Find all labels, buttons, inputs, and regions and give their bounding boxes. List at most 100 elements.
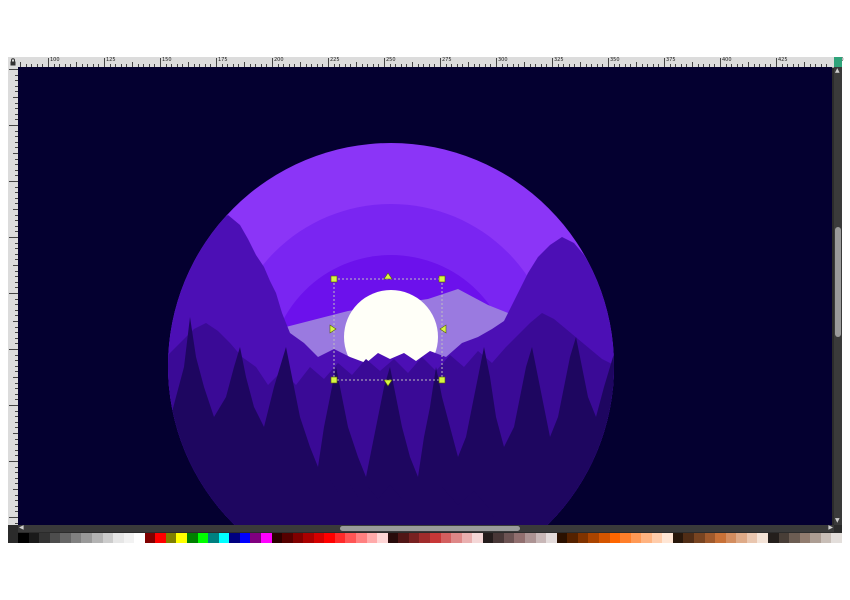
palette-swatch[interactable] [598,533,610,543]
palette-swatch[interactable] [239,533,251,543]
drawing-canvas[interactable] [18,67,832,525]
palette-swatch[interactable] [387,533,399,543]
palette-swatch[interactable] [28,533,40,543]
palette-swatch[interactable] [609,533,621,543]
ruler-label: 275 [442,57,452,63]
palette-swatch[interactable] [292,533,304,543]
ruler-tick [496,58,497,67]
scroll-left-arrow-icon[interactable]: ◀ [19,525,24,531]
palette-swatch[interactable] [187,533,198,543]
palette-swatch[interactable] [630,533,642,543]
palette-swatch[interactable] [577,533,589,543]
palette-swatch[interactable] [197,533,209,543]
palette-swatch[interactable] [514,533,525,543]
zoom-correction-icon[interactable] [834,57,842,67]
palette-swatch[interactable] [535,533,547,543]
palette-swatch[interactable] [810,533,821,543]
ruler-label: 250 [386,57,396,63]
palette-swatch[interactable] [503,533,515,543]
lock-icon[interactable] [8,57,18,67]
palette-swatch[interactable] [820,533,832,543]
palette-swatch[interactable] [556,533,568,543]
ruler-tick [552,58,553,67]
palette-swatch[interactable] [767,533,779,543]
palette-swatch[interactable] [662,533,673,543]
palette-swatch[interactable] [641,533,652,543]
palette-swatch[interactable] [303,533,314,543]
palette-swatch[interactable] [461,533,473,543]
palette-swatch[interactable] [377,533,388,543]
palette-swatch[interactable] [208,533,219,543]
palette-swatch[interactable] [70,533,82,543]
palette-swatch[interactable] [725,533,737,543]
palette-swatch[interactable] [60,533,71,543]
palette-swatch[interactable] [651,533,663,543]
ruler-tick [216,58,217,67]
ruler-label: 350 [610,57,620,63]
palette-swatch[interactable] [271,533,283,543]
palette-swatch[interactable] [356,533,367,543]
palette-swatch[interactable] [778,533,790,543]
palette-swatch[interactable] [113,533,124,543]
ruler-tick [720,58,721,67]
palette-swatch[interactable] [757,533,768,543]
palette-swatch[interactable] [229,533,240,543]
palette-swatch[interactable] [746,533,758,543]
palette-swatch[interactable] [451,533,462,543]
palette-swatch[interactable] [620,533,631,543]
ruler-label: 225 [330,57,340,63]
palette-swatch[interactable] [165,533,177,543]
palette-swatch[interactable] [736,533,747,543]
palette-swatch[interactable] [408,533,420,543]
horizontal-scrollbar[interactable]: ◀ ▶ [18,525,834,532]
palette-swatch[interactable] [789,533,800,543]
palette-swatch[interactable] [419,533,430,543]
palette-swatch[interactable] [440,533,452,543]
palette-swatch[interactable] [81,533,92,543]
palette-swatch[interactable] [672,533,684,543]
palette-swatch[interactable] [282,533,293,543]
scroll-up-arrow-icon[interactable]: ▲ [835,68,840,74]
palette-swatch[interactable] [831,533,842,543]
palette-swatch[interactable] [694,533,705,543]
palette-swatch[interactable] [472,533,483,543]
palette-swatch[interactable] [123,533,135,543]
palette-swatch[interactable] [429,533,441,543]
palette-swatch[interactable] [567,533,578,543]
ruler-tick [272,58,273,67]
palette-swatch[interactable] [49,533,61,543]
palette-swatch[interactable] [704,533,716,543]
palette-swatch[interactable] [683,533,694,543]
palette-swatch[interactable] [324,533,335,543]
vertical-scrollbar[interactable]: ▲ ▼ [834,67,842,525]
scroll-down-arrow-icon[interactable]: ▼ [835,518,840,524]
color-palette[interactable] [18,533,842,543]
ruler-tick [104,58,105,67]
scroll-right-arrow-icon[interactable]: ▶ [828,525,833,531]
palette-swatch[interactable] [493,533,504,543]
palette-swatch[interactable] [134,533,145,543]
palette-swatch[interactable] [144,533,156,543]
palette-swatch[interactable] [546,533,557,543]
palette-swatch[interactable] [799,533,811,543]
palette-swatch[interactable] [102,533,114,543]
palette-swatch[interactable] [345,533,356,543]
palette-swatch[interactable] [39,533,50,543]
palette-swatch[interactable] [18,533,29,543]
palette-swatch[interactable] [525,533,536,543]
vertical-scroll-thumb[interactable] [835,227,841,337]
palette-swatch[interactable] [398,533,409,543]
palette-swatch[interactable] [313,533,325,543]
palette-swatch[interactable] [91,533,103,543]
palette-swatch[interactable] [588,533,599,543]
horizontal-scroll-thumb[interactable] [340,526,520,531]
palette-swatch[interactable] [218,533,230,543]
palette-swatch[interactable] [366,533,378,543]
palette-swatch[interactable] [334,533,346,543]
palette-swatch[interactable] [482,533,494,543]
palette-swatch[interactable] [155,533,166,543]
palette-swatch[interactable] [260,533,272,543]
palette-swatch[interactable] [715,533,726,543]
palette-swatch[interactable] [176,533,187,543]
palette-swatch[interactable] [250,533,261,543]
